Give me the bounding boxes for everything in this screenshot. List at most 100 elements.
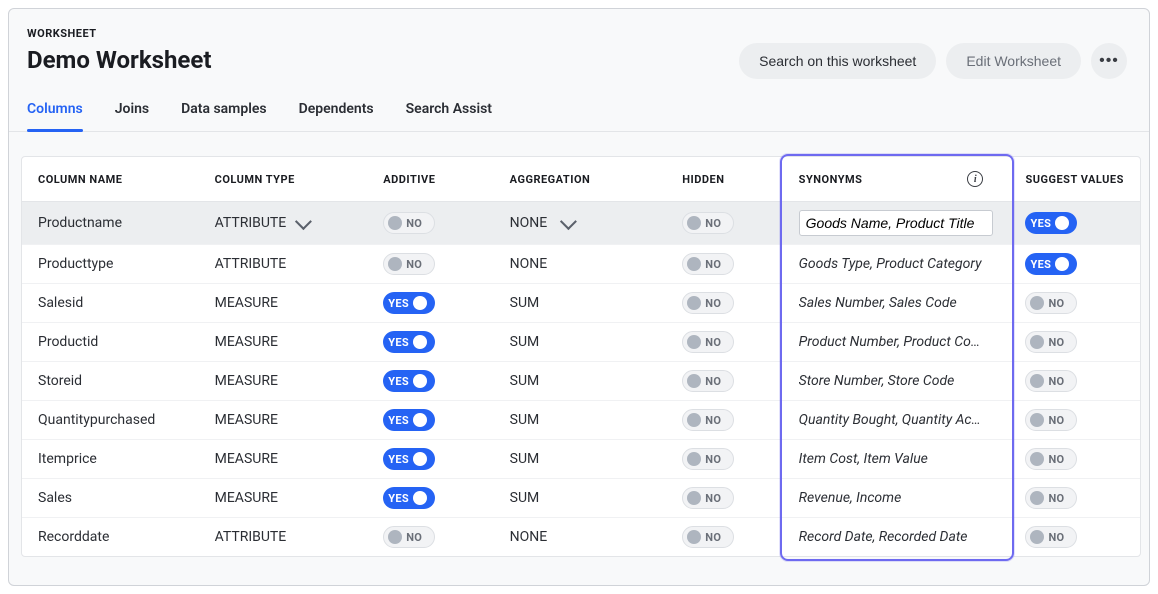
tab-dependents[interactable]: Dependents (299, 101, 374, 131)
additive-toggle[interactable]: YES (383, 292, 435, 314)
tab-data-samples[interactable]: Data samples (181, 101, 266, 131)
cell-column-name[interactable]: Producttype (22, 245, 199, 284)
toggle-knob (687, 374, 701, 388)
tab-columns[interactable]: Columns (27, 101, 83, 131)
table-row[interactable]: SalesMEASURE YES SUM NO Revenue, Income NO (22, 479, 1140, 518)
th-suggest-values[interactable]: SUGGEST VALUES (1009, 157, 1140, 202)
cell-synonyms[interactable]: Record Date, Recorded Date (783, 518, 1010, 556)
cell-column-name[interactable]: Sales (22, 479, 199, 518)
th-aggregation[interactable]: AGGREGATION (494, 157, 667, 202)
suggest-values-toggle[interactable]: NO (1025, 526, 1077, 548)
cell-column-name[interactable]: Recorddate (22, 518, 199, 556)
suggest-values-toggle[interactable]: NO (1025, 370, 1077, 392)
cell-aggregation[interactable]: NONE (494, 245, 667, 284)
cell-synonyms[interactable]: Product Number, Product Co… (783, 323, 1010, 362)
suggest-values-toggle[interactable]: YES (1025, 253, 1077, 275)
additive-toggle[interactable]: YES (383, 409, 435, 431)
cell-aggregation[interactable]: SUM (494, 440, 667, 479)
th-synonyms[interactable]: SYNONYMS i (783, 157, 1010, 202)
tab-joins[interactable]: Joins (115, 101, 149, 131)
cell-column-name[interactable]: Storeid (22, 362, 199, 401)
cell-column-type[interactable]: ATTRIBUTE (199, 245, 368, 284)
hidden-toggle[interactable]: NO (682, 292, 734, 314)
cell-aggregation[interactable]: NONE (494, 202, 667, 245)
additive-toggle[interactable]: NO (383, 212, 435, 234)
tab-search-assist[interactable]: Search Assist (406, 101, 492, 131)
hidden-toggle[interactable]: NO (682, 212, 734, 234)
table-row[interactable]: StoreidMEASURE YES SUM NO Store Number, Stor… (22, 362, 1140, 401)
th-column-name[interactable]: COLUMN NAME (22, 157, 199, 202)
cell-column-type[interactable]: MEASURE (199, 323, 368, 362)
synonyms-input[interactable] (799, 210, 994, 236)
cell-aggregation[interactable]: SUM (494, 401, 667, 440)
cell-column-name[interactable]: Salesid (22, 284, 199, 323)
additive-toggle[interactable]: NO (383, 253, 435, 275)
suggest-values-toggle[interactable]: NO (1025, 292, 1077, 314)
suggest-values-toggle[interactable]: YES (1025, 212, 1077, 234)
suggest-values-toggle[interactable]: NO (1025, 448, 1077, 470)
additive-toggle[interactable]: YES (383, 370, 435, 392)
suggest-values-toggle[interactable]: NO (1025, 331, 1077, 353)
cell-synonyms[interactable]: Goods Type, Product Category (783, 245, 1010, 284)
additive-toggle[interactable]: NO (383, 526, 435, 548)
cell-column-type[interactable]: MEASURE (199, 362, 368, 401)
cell-column-type[interactable]: MEASURE (199, 440, 368, 479)
th-column-type[interactable]: COLUMN TYPE (199, 157, 368, 202)
cell-aggregation[interactable]: SUM (494, 362, 667, 401)
cell-synonyms[interactable]: Quantity Bought, Quantity Ac… (783, 401, 1010, 440)
cell-aggregation[interactable]: SUM (494, 323, 667, 362)
toggle-knob (687, 452, 701, 466)
table-row[interactable]: ProducttypeATTRIBUTE NO NONE NO Goods Type, … (22, 245, 1140, 284)
th-additive[interactable]: ADDITIVE (367, 157, 493, 202)
info-icon[interactable]: i (967, 171, 983, 187)
th-hidden[interactable]: HIDDEN (666, 157, 782, 202)
toggle-knob (687, 413, 701, 427)
additive-toggle[interactable]: YES (383, 448, 435, 470)
toggle-knob (1030, 413, 1044, 427)
hidden-toggle[interactable]: NO (682, 409, 734, 431)
table-row[interactable]: RecorddateATTRIBUTE NO NONE NO Record Date, … (22, 518, 1140, 556)
table-row[interactable]: ItempriceMEASURE YES SUM NO Item Cost, Item … (22, 440, 1140, 479)
synonyms-text: Product Number, Product Co… (799, 334, 994, 350)
hidden-toggle[interactable]: NO (682, 370, 734, 392)
cell-aggregation[interactable]: SUM (494, 284, 667, 323)
cell-column-type[interactable]: MEASURE (199, 401, 368, 440)
cell-column-name[interactable]: Itemprice (22, 440, 199, 479)
toggle-knob (413, 452, 427, 466)
cell-column-name[interactable]: Quantitypurchased (22, 401, 199, 440)
table-row[interactable]: ProductnameATTRIBUTE NO NONE NO YES (22, 202, 1140, 245)
cell-column-name[interactable]: Productid (22, 323, 199, 362)
cell-aggregation[interactable]: NONE (494, 518, 667, 556)
search-worksheet-button[interactable]: Search on this worksheet (739, 43, 936, 79)
hidden-toggle[interactable]: NO (682, 448, 734, 470)
table-row[interactable]: ProductidMEASURE YES SUM NO Product Number, … (22, 323, 1140, 362)
cell-aggregation[interactable]: SUM (494, 479, 667, 518)
cell-column-type[interactable]: MEASURE (199, 479, 368, 518)
hidden-toggle[interactable]: NO (682, 331, 734, 353)
cell-synonyms[interactable]: Store Number, Store Code (783, 362, 1010, 401)
cell-column-type[interactable]: MEASURE (199, 284, 368, 323)
cell-synonyms[interactable]: Revenue, Income (783, 479, 1010, 518)
cell-synonyms[interactable]: Sales Number, Sales Code (783, 284, 1010, 323)
hidden-toggle[interactable]: NO (682, 253, 734, 275)
cell-synonyms[interactable]: Item Cost, Item Value (783, 440, 1010, 479)
toggle-knob (687, 530, 701, 544)
hidden-toggle[interactable]: NO (682, 526, 734, 548)
additive-toggle[interactable]: YES (383, 331, 435, 353)
chevron-down-icon[interactable] (560, 213, 577, 230)
suggest-values-toggle[interactable]: NO (1025, 487, 1077, 509)
more-actions-button[interactable]: ••• (1091, 43, 1127, 79)
chevron-down-icon[interactable] (295, 213, 312, 230)
toggle-knob (687, 491, 701, 505)
additive-toggle[interactable]: YES (383, 487, 435, 509)
cell-column-type[interactable]: ATTRIBUTE (199, 518, 368, 556)
table-row[interactable]: QuantitypurchasedMEASURE YES SUM NO Quantity… (22, 401, 1140, 440)
cell-column-name[interactable]: Productname (22, 202, 199, 245)
cell-column-type[interactable]: ATTRIBUTE (199, 202, 368, 245)
cell-suggest-values: NO (1009, 479, 1140, 518)
hidden-toggle[interactable]: NO (682, 487, 734, 509)
edit-worksheet-button[interactable]: Edit Worksheet (946, 43, 1081, 79)
suggest-values-toggle[interactable]: NO (1025, 409, 1077, 431)
cell-synonyms[interactable] (783, 202, 1010, 245)
table-row[interactable]: SalesidMEASURE YES SUM NO Sales Number, Sale… (22, 284, 1140, 323)
